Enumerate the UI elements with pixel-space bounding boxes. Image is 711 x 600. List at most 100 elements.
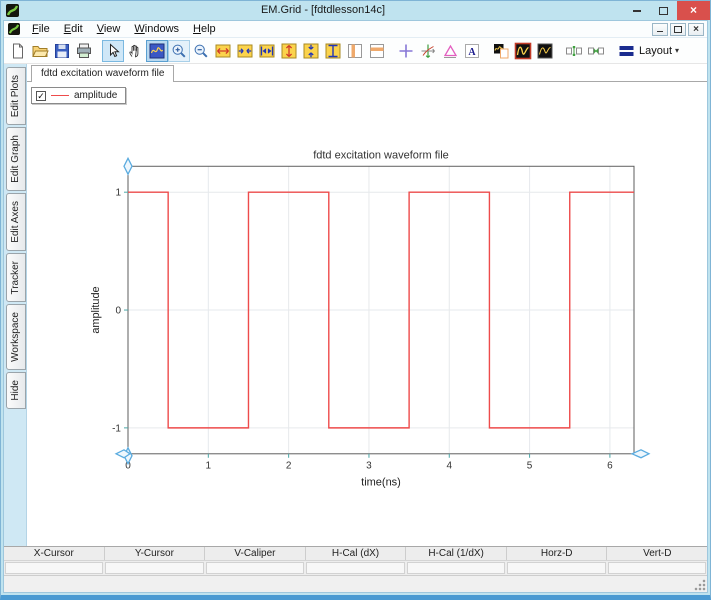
layout-button[interactable]: Layout ▾ [614, 40, 686, 62]
tracker-icon [419, 42, 437, 60]
restore-icon [674, 25, 682, 33]
minimize-icon [657, 31, 663, 32]
select-cursor-button[interactable] [102, 39, 124, 62]
app-logo-icon [6, 4, 19, 17]
horizontal-band-icon [368, 42, 386, 60]
window-maximize-button[interactable] [650, 1, 677, 20]
y-tick-label: 0 [115, 306, 121, 317]
sidebar-tab-edit-axes[interactable]: Edit Axes [6, 193, 26, 251]
menu-edit[interactable]: Edit [57, 21, 90, 37]
toolbar: A Layout ▾ [4, 38, 707, 64]
vertical-band-button[interactable] [344, 40, 366, 62]
expand-x-button[interactable] [212, 40, 234, 62]
cursor-col-v-caliper: V-Caliper [205, 547, 306, 560]
window-title: EM.Grid - [fdtdlesson14c] [260, 4, 386, 16]
copy-plot-button[interactable] [490, 40, 512, 62]
crosshair-button[interactable] [395, 40, 417, 62]
mdi-minimize-button[interactable] [652, 22, 668, 36]
caliper-button[interactable] [439, 40, 461, 62]
sidebar-tab-label: Edit Plots [10, 75, 21, 118]
new-file-button[interactable] [7, 40, 29, 62]
sidebar-tab-label: Edit Graph [10, 135, 21, 184]
pan-hand-button[interactable] [124, 40, 146, 62]
cursor-col-vert-d: Vert-D [643, 548, 672, 559]
zoom-in-button[interactable] [168, 39, 190, 62]
status-bar [4, 575, 707, 592]
app-logo-icon [8, 23, 20, 35]
chevron-down-icon: ▾ [675, 46, 680, 55]
shrink-x-icon [236, 42, 254, 60]
new-file-icon [9, 42, 27, 60]
fit-y-button[interactable] [322, 40, 344, 62]
x-tick-label: 1 [206, 461, 212, 472]
save-button[interactable] [51, 40, 73, 62]
sidebar-tab-workspace[interactable]: Workspace [6, 304, 26, 371]
menu-help[interactable]: Help [186, 21, 223, 37]
chart-title: fdtd excitation waveform file [313, 149, 449, 161]
window-close-button[interactable]: × [677, 1, 710, 20]
sidebar-tab-edit-graph[interactable]: Edit Graph [6, 127, 26, 192]
shrink-y-button[interactable] [300, 40, 322, 62]
split-horizontal-icon [587, 42, 605, 60]
axis-handle-y-top[interactable] [123, 156, 133, 176]
toolbar-separator [607, 40, 614, 62]
select-cursor-icon [104, 42, 122, 60]
cursor-value-cell [406, 562, 506, 574]
x-tick-label: 6 [607, 461, 613, 472]
tracker-button[interactable] [417, 40, 439, 62]
split-horizontal-button[interactable] [585, 40, 607, 62]
legend-line-sample [51, 95, 69, 96]
document-tab-label: fdtd excitation waveform file [41, 68, 165, 79]
title-bar: EM.Grid - [fdtdlesson14c] × [1, 1, 710, 20]
plot-region[interactable]: ✓ amplitude 0 1 2 3 4 5 6 -1 0 1 fdtd excitation w… [27, 82, 707, 546]
expand-y-icon [280, 42, 298, 60]
sidebar-tab-label: Edit Axes [10, 201, 21, 243]
menu-file[interactable]: File [25, 21, 57, 37]
cursor-col-h-cal-dx-: H-Cal (dX) [306, 547, 407, 560]
close-icon: × [689, 3, 697, 17]
split-vertical-button[interactable] [563, 40, 585, 62]
shrink-x-button[interactable] [234, 40, 256, 62]
document-tab[interactable]: fdtd excitation waveform file [31, 65, 175, 82]
maximize-icon [659, 6, 668, 15]
sidebar-tab-label: Workspace [10, 312, 21, 363]
fit-x-button[interactable] [256, 40, 278, 62]
expand-y-button[interactable] [278, 40, 300, 62]
add-text-icon: A [463, 42, 481, 60]
open-file-button[interactable] [29, 40, 51, 62]
mdi-close-button[interactable]: × [688, 22, 704, 36]
cursor-col-h-cal-1-dx-: H-Cal (1/dX) [406, 547, 507, 560]
sidebar-tab-hide[interactable]: Hide [6, 372, 26, 409]
window-minimize-button[interactable] [623, 1, 650, 20]
axis-handle-x-end[interactable] [630, 449, 651, 459]
sidebar-tab-tracker[interactable]: Tracker [6, 252, 26, 303]
legend-label: amplitude [74, 90, 118, 101]
menu-windows[interactable]: Windows [127, 21, 186, 37]
sidebar-tab-edit-plots[interactable]: Edit Plots [6, 67, 26, 126]
resize-grip-icon[interactable] [694, 579, 706, 591]
fit-x-icon [258, 42, 276, 60]
cursor-col-y-cursor: Y-Cursor [105, 547, 206, 560]
close-icon: × [693, 23, 699, 35]
print-button[interactable] [73, 40, 95, 62]
plot-style-2-button[interactable] [534, 40, 556, 62]
mdi-restore-button[interactable] [670, 22, 686, 36]
add-text-button[interactable]: A [461, 40, 483, 62]
cursor-readout-table: X-Cursor Y-Cursor V-Caliper H-Cal (dX) H-Cal… [4, 546, 707, 575]
document-area: fdtd excitation waveform file ✓ amplitud… [27, 64, 707, 546]
app-window: EM.Grid - [fdtdlesson14c] × File Edit View… [0, 0, 711, 600]
y-tick-label: 1 [115, 188, 121, 199]
zoom-out-button[interactable] [190, 40, 212, 62]
waveform-chart[interactable]: 0 1 2 3 4 5 6-101fdtd excitation waveform file… [27, 82, 707, 546]
toolbar-separator [483, 40, 490, 62]
legend-checkbox[interactable]: ✓ [36, 90, 46, 101]
x-axis-label: time(ns) [361, 477, 401, 489]
sidebar-tab-label: Hide [10, 380, 21, 401]
plot-style-1-button[interactable] [512, 40, 534, 62]
horizontal-band-button[interactable] [366, 40, 388, 62]
menu-view[interactable]: View [90, 21, 128, 37]
layout-label: Layout [639, 44, 673, 57]
cursor-value-cell [306, 562, 405, 574]
zoom-box-button[interactable] [146, 39, 168, 62]
x-tick-label: 4 [446, 461, 452, 472]
